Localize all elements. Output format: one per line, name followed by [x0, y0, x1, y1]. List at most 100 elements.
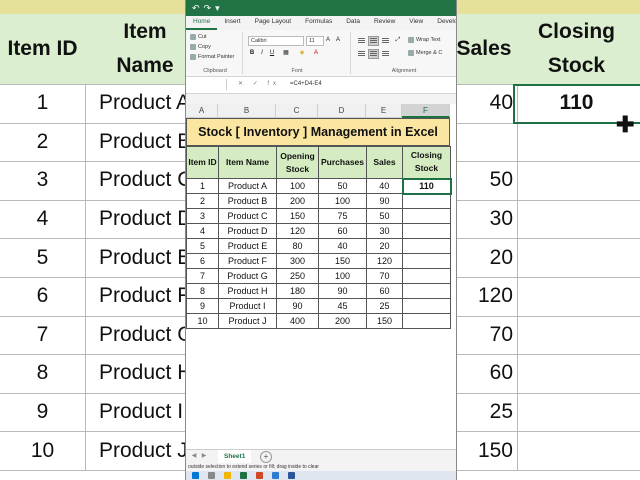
next-sheet-icon[interactable]: ▶: [200, 452, 208, 460]
bold-button[interactable]: B: [248, 49, 256, 57]
closing-stock-cell[interactable]: [402, 193, 451, 209]
edge-icon[interactable]: [272, 472, 279, 479]
data-cell[interactable]: 60: [318, 223, 367, 239]
data-cell[interactable]: 150: [276, 208, 319, 224]
formula-bar-icons[interactable]: ✕ ✓ fx: [238, 80, 280, 87]
underline-button[interactable]: U: [268, 49, 276, 57]
closing-stock-cell[interactable]: [402, 298, 451, 314]
copy-button[interactable]: Copy: [190, 44, 211, 50]
shrink-font-icon[interactable]: A: [334, 36, 342, 44]
data-cell[interactable]: 60: [366, 283, 403, 299]
data-cell[interactable]: 3: [186, 208, 219, 224]
data-cell[interactable]: 120: [366, 253, 403, 269]
column-header-d[interactable]: D: [318, 104, 366, 118]
data-cell[interactable]: Product J: [218, 313, 277, 329]
data-cell[interactable]: 80: [276, 238, 319, 254]
data-cell[interactable]: 50: [366, 208, 403, 224]
cut-button[interactable]: Cut: [190, 34, 207, 40]
data-cell[interactable]: Product A: [218, 178, 277, 194]
data-cell[interactable]: 200: [318, 313, 367, 329]
data-cell[interactable]: 9: [186, 298, 219, 314]
header-cell[interactable]: Item ID: [186, 146, 219, 179]
tab-developer[interactable]: Developer: [430, 16, 456, 30]
closing-stock-cell[interactable]: 110: [401, 177, 452, 195]
column-header-b[interactable]: B: [218, 104, 276, 118]
add-sheet-icon[interactable]: +: [260, 451, 272, 463]
name-box[interactable]: [186, 79, 227, 90]
word-icon[interactable]: [288, 472, 295, 479]
data-cell[interactable]: 100: [276, 178, 319, 194]
data-cell[interactable]: 4: [186, 223, 219, 239]
data-cell[interactable]: 90: [318, 283, 367, 299]
data-cell[interactable]: 20: [366, 238, 403, 254]
tab-insert[interactable]: Insert: [217, 16, 247, 30]
data-cell[interactable]: 75: [318, 208, 367, 224]
data-cell[interactable]: 30: [366, 223, 403, 239]
header-cell[interactable]: Item Name: [218, 146, 277, 179]
closing-stock-cell[interactable]: [402, 208, 451, 224]
closing-stock-cell[interactable]: [402, 253, 451, 269]
tab-view[interactable]: View: [402, 16, 430, 30]
closing-stock-cell[interactable]: [402, 313, 451, 329]
data-cell[interactable]: 6: [186, 253, 219, 269]
data-cell[interactable]: 400: [276, 313, 319, 329]
data-cell[interactable]: Product E: [218, 238, 277, 254]
tab-data[interactable]: Data: [339, 16, 367, 30]
header-cell[interactable]: Opening Stock: [276, 146, 319, 179]
closing-stock-cell[interactable]: [402, 238, 451, 254]
file-explorer-icon[interactable]: [224, 472, 231, 479]
customize-icon[interactable]: ▾: [215, 3, 220, 14]
grow-font-icon[interactable]: A: [324, 36, 332, 44]
data-cell[interactable]: 40: [366, 178, 403, 194]
data-cell[interactable]: Product C: [218, 208, 277, 224]
header-cell[interactable]: Sales: [366, 146, 403, 179]
data-cell[interactable]: 90: [276, 298, 319, 314]
data-cell[interactable]: Product B: [218, 193, 277, 209]
data-cell[interactable]: 8: [186, 283, 219, 299]
data-cell[interactable]: 100: [318, 193, 367, 209]
column-header-a[interactable]: A: [186, 104, 218, 118]
closing-stock-cell[interactable]: [402, 223, 451, 239]
data-cell[interactable]: 7: [186, 268, 219, 284]
orientation-icon[interactable]: ⤢: [394, 36, 402, 44]
data-cell[interactable]: 120: [276, 223, 319, 239]
column-header-c[interactable]: C: [276, 104, 318, 118]
fill-color-icon[interactable]: ◈: [298, 49, 306, 57]
data-cell[interactable]: 150: [366, 313, 403, 329]
data-cell[interactable]: 90: [366, 193, 403, 209]
font-name-select[interactable]: Calibri: [248, 36, 304, 46]
column-header-f[interactable]: F: [402, 104, 450, 118]
data-cell[interactable]: Product F: [218, 253, 277, 269]
tab-home[interactable]: Home: [186, 16, 218, 30]
data-cell[interactable]: 10: [186, 313, 219, 329]
sheet-title[interactable]: Stock [ Inventory ] Management in Excel: [186, 118, 450, 146]
data-cell[interactable]: 40: [318, 238, 367, 254]
undo-icon[interactable]: ↶: [192, 3, 200, 14]
align-top-icon[interactable]: [356, 36, 367, 46]
align-middle-icon[interactable]: [368, 36, 379, 46]
data-cell[interactable]: Product I: [218, 298, 277, 314]
font-color-icon[interactable]: A: [312, 49, 320, 57]
header-cell[interactable]: Closing Stock: [402, 146, 451, 179]
powerpoint-icon[interactable]: [256, 472, 263, 479]
data-cell[interactable]: 250: [276, 268, 319, 284]
data-cell[interactable]: 50: [318, 178, 367, 194]
formula-input[interactable]: =C4+D4-E4: [290, 81, 322, 87]
windows-icon[interactable]: [192, 472, 199, 479]
merge-center-button[interactable]: Merge & C: [408, 50, 442, 56]
closing-stock-cell[interactable]: [402, 283, 451, 299]
data-cell[interactable]: 2: [186, 193, 219, 209]
tab-page-layout[interactable]: Page Layout: [248, 16, 299, 30]
align-center-icon[interactable]: [368, 49, 379, 59]
italic-button[interactable]: I: [258, 49, 266, 57]
data-cell[interactable]: 1: [186, 178, 219, 194]
data-cell[interactable]: 300: [276, 253, 319, 269]
data-cell[interactable]: 70: [366, 268, 403, 284]
header-cell[interactable]: Purchases: [318, 146, 367, 179]
data-cell[interactable]: 25: [366, 298, 403, 314]
column-header-e[interactable]: E: [366, 104, 402, 118]
data-cell[interactable]: 180: [276, 283, 319, 299]
data-cell[interactable]: Product H: [218, 283, 277, 299]
excel-icon[interactable]: [240, 472, 247, 479]
tab-review[interactable]: Review: [367, 16, 402, 30]
